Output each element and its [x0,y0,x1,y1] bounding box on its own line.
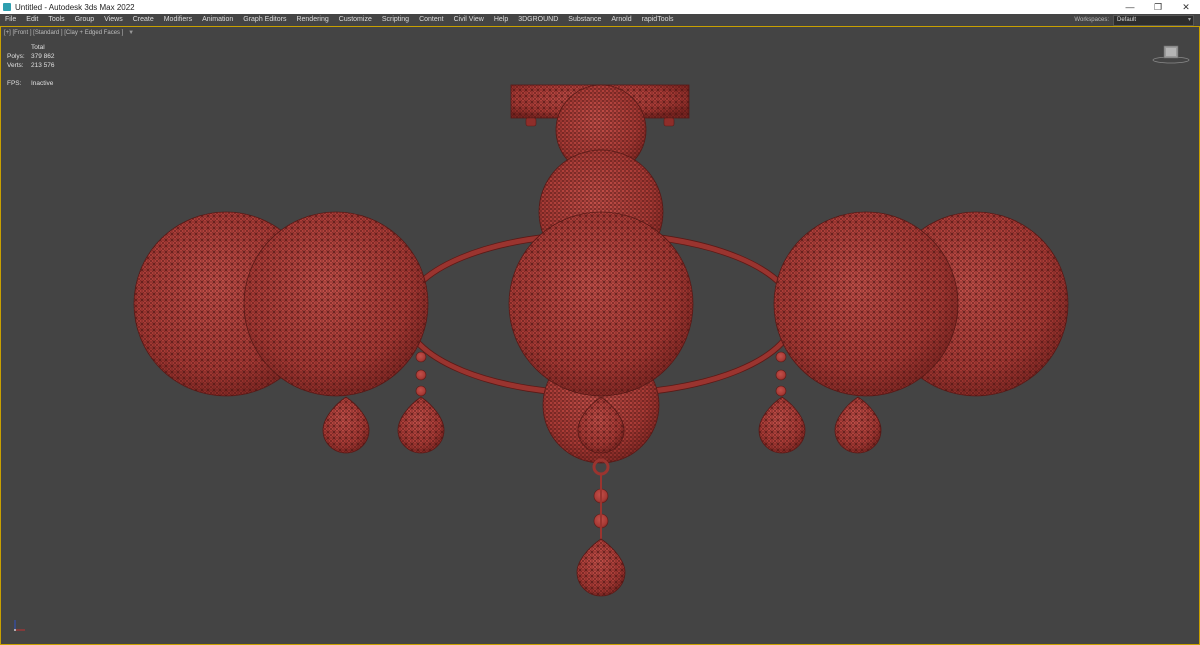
fps-value: Inactive [31,80,54,87]
menu-tools[interactable]: Tools [43,14,69,26]
menu-scripting[interactable]: Scripting [377,14,414,26]
workspace-select[interactable]: Default ▾ [1113,14,1194,26]
viewport-statistics: Total Polys: 379 862 Verts: 213 576 FPS: In… [7,43,55,88]
menu-rendering[interactable]: Rendering [291,14,333,26]
menu-substance[interactable]: Substance [563,14,606,26]
app-icon [3,3,11,11]
polys-value: 379 862 [31,53,55,60]
menu-graph-editors[interactable]: Graph Editors [238,14,291,26]
verts-value: 213 576 [31,62,55,69]
menu-create[interactable]: Create [128,14,159,26]
pendant-chain [576,458,626,597]
viewport-label-text[interactable]: [+] [Front ] [Standard ] [Clay + Edged F… [4,30,123,36]
menu-edit[interactable]: Edit [21,14,43,26]
globe-left [243,211,429,397]
axis-tripod-icon [14,620,25,631]
menu-file[interactable]: File [0,14,21,26]
menu-arnold[interactable]: Arnold [606,14,636,26]
chevron-down-icon: ▾ [1187,16,1191,23]
verts-label: Verts: [7,62,24,69]
stats-header: Total [31,44,45,51]
polys-label: Polys: [7,53,25,60]
workspaces-label: Workspaces: [1074,17,1109,23]
menu-views[interactable]: Views [99,14,128,26]
fps-label: FPS: [7,80,22,87]
menu-animation[interactable]: Animation [197,14,238,26]
globe-right [773,211,959,397]
menu-modifiers[interactable]: Modifiers [159,14,197,26]
restore-icon[interactable]: ❐ [1144,0,1172,14]
menu-rapidtools[interactable]: rapidTools [637,14,679,26]
menu-customize[interactable]: Customize [334,14,377,26]
viewport-label[interactable]: [+] [Front ] [Standard ] [Clay + Edged F… [4,30,134,36]
menu-civil-view[interactable]: Civil View [449,14,489,26]
crystal-drops [322,396,882,454]
window-title: Untitled - Autodesk 3ds Max 2022 [15,2,135,12]
title-bar: Untitled - Autodesk 3ds Max 2022 — ❐ ✕ [0,0,1200,14]
menu-3dground[interactable]: 3DGROUND [513,14,563,26]
viewcube-icon[interactable] [1151,43,1191,65]
menu-group[interactable]: Group [70,14,99,26]
globe-center [508,211,694,397]
viewport-front[interactable]: [+] [Front ] [Standard ] [Clay + Edged F… [0,26,1200,645]
minimize-icon[interactable]: — [1116,0,1144,14]
workspace-value: Default [1117,16,1137,23]
scene-render [133,84,1069,597]
close-icon[interactable]: ✕ [1172,0,1200,14]
filter-icon[interactable]: ▼ [128,30,134,36]
menu-help[interactable]: Help [489,14,513,26]
menu-content[interactable]: Content [414,14,449,26]
